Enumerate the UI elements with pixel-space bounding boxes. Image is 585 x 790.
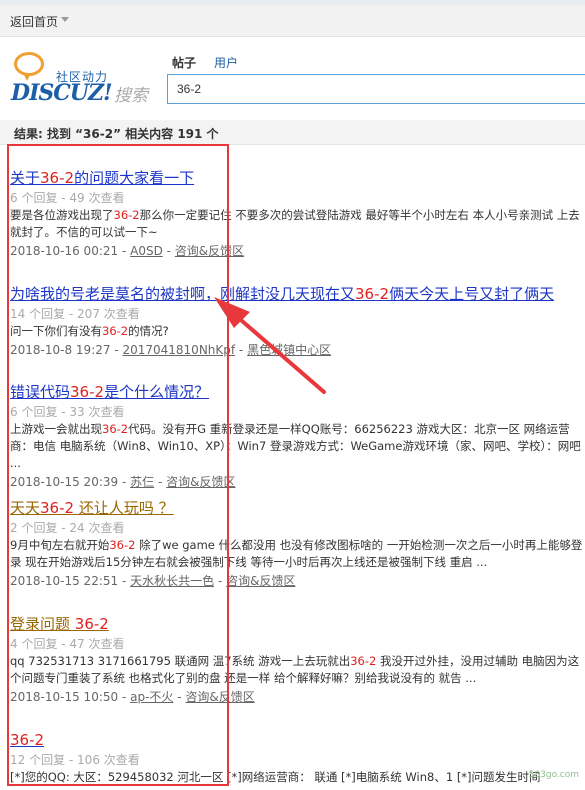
result-item: 天天36-2 还让人玩吗 ？ 2 个回复 - 24 次查看 9月中旬左右就开始3… bbox=[10, 498, 585, 590]
result-meta: 14 个回复 - 207 次查看 bbox=[10, 307, 140, 321]
title-text: 登录问题 bbox=[10, 615, 75, 633]
result-footer: 2018-10-16 00:21 - A0SD - 咨询&反馈区 bbox=[10, 244, 245, 258]
snippet-highlight: 36-2 bbox=[102, 324, 129, 338]
forum-link[interactable]: 黑色城镇中心区 bbox=[247, 343, 331, 357]
tab-posts[interactable]: 帖子 bbox=[172, 54, 196, 71]
result-snippet: 9月中旬左右就开始36-2 除了we game 什么都没用 也没有修改图标啥的 … bbox=[10, 537, 585, 571]
result-title-link[interactable]: 登录问题 36-2 bbox=[10, 614, 585, 634]
logo-brand: DISCUZ! bbox=[11, 80, 113, 106]
chat-bubble-icon bbox=[14, 52, 44, 81]
result-item: 关于36-2的问题大家看一下 6 个回复 - 49 次查看 要是各位游戏出现了3… bbox=[10, 168, 585, 260]
result-meta: 6 个回复 - 49 次查看 bbox=[10, 191, 125, 205]
result-title-link[interactable]: 36-2 bbox=[10, 730, 585, 750]
search-input[interactable] bbox=[168, 75, 585, 103]
post-date: 2018-10-15 20:39 bbox=[10, 475, 119, 489]
snippet-text: 的情况? bbox=[128, 324, 169, 338]
snippet-text: 上游戏一会就出现 bbox=[10, 422, 102, 436]
logo-search-word: 搜索 bbox=[114, 86, 148, 106]
result-snippet: [*]您的QQ: 大区：529458032 河北一区 [*]网络运营商： 联通 … bbox=[10, 769, 585, 786]
snippet-text: 要是各位游戏出现了 bbox=[10, 208, 114, 222]
site-logo[interactable]: 社区动力 DISCUZ! 搜索 bbox=[10, 50, 155, 106]
result-footer: 2018-10-15 10:50 - ap-不火 - 咨询&反馈区 bbox=[10, 690, 255, 704]
title-text: 的问题大家看一下 bbox=[74, 169, 195, 187]
post-date: 2018-10-15 22:51 bbox=[10, 574, 119, 588]
snippet-text: qq 732531713 3171661795 联通网 温7系统 游戏一上去玩就… bbox=[10, 654, 351, 668]
result-meta: 6 个回复 - 33 次查看 bbox=[10, 405, 125, 419]
result-meta: 4 个回复 - 47 次查看 bbox=[10, 637, 125, 651]
post-date: 2018-10-16 00:21 bbox=[10, 244, 119, 258]
snippet-highlight: 36-2 bbox=[350, 654, 377, 668]
result-footer: 2018-10-8 19:27 - 2017041810NhKpf - 黑色城镇… bbox=[10, 343, 332, 357]
result-footer: 2018-10-15 22:51 - 天水秋长共一色 - 咨询&反馈区 bbox=[10, 574, 296, 588]
result-summary: 结果: 找到 “36-2” 相关内容 191 个 bbox=[14, 127, 219, 141]
result-item: 错误代码36-2是个什么情况？ 6 个回复 - 33 次查看 上游戏一会就出现3… bbox=[10, 382, 585, 491]
tab-users[interactable]: 用户 bbox=[214, 54, 238, 71]
result-item: 36-2 12 个回复 - 106 次查看 [*]您的QQ: 大区：529458… bbox=[10, 730, 585, 790]
snippet-text: 问一下你们有没有 bbox=[10, 324, 102, 338]
result-item: 为啥我的号老是莫名的被封啊，刚解封没几天现在又36-2俩天今天上号又封了俩天 1… bbox=[10, 284, 585, 359]
title-text: 关于 bbox=[10, 169, 41, 187]
forum-link[interactable]: 咨询&反馈区 bbox=[166, 475, 235, 489]
snippet-text: [*]您的QQ: 大区：529458032 河北一区 [*]网络运营商： 联通 … bbox=[10, 770, 541, 784]
forum-link[interactable]: 咨询&反馈区 bbox=[175, 244, 244, 258]
result-title-link[interactable]: 为啥我的号老是莫名的被封啊，刚解封没几天现在又36-2俩天今天上号又封了俩天 bbox=[10, 284, 585, 304]
post-date: 2018-10-8 19:27 bbox=[10, 343, 111, 357]
title-highlight: 36-2 bbox=[355, 285, 390, 303]
result-summary-bar: 结果: 找到 “36-2” 相关内容 191 个 bbox=[0, 120, 585, 145]
watermark: 583go.com bbox=[528, 770, 579, 780]
top-nav-bar: 返回首页 bbox=[0, 0, 585, 37]
forum-link[interactable]: 咨询&反馈区 bbox=[226, 574, 295, 588]
title-highlight: 36-2 bbox=[40, 499, 75, 517]
title-highlight: 36-2 bbox=[10, 731, 45, 749]
result-item: 登录问题 36-2 4 个回复 - 47 次查看 qq 732531713 31… bbox=[10, 614, 585, 706]
forum-link[interactable]: 咨询&反馈区 bbox=[185, 690, 254, 704]
top-stripe bbox=[0, 0, 585, 5]
author-link[interactable]: ap-不火 bbox=[130, 690, 173, 704]
result-footer: 2018-10-15 20:39 - 苏仨 - 咨询&反馈区 bbox=[10, 475, 236, 489]
title-highlight: 36-2 bbox=[70, 383, 105, 401]
post-date: 2018-10-15 10:50 bbox=[10, 690, 119, 704]
result-snippet: 问一下你们有没有36-2的情况? bbox=[10, 323, 585, 340]
title-highlight: 36-2 bbox=[74, 615, 109, 633]
result-snippet: 上游戏一会就出现36-2代码。没有开G 重新登录还是一样QQ账号：6625622… bbox=[10, 421, 585, 472]
title-text: 天天 bbox=[10, 499, 41, 517]
author-link[interactable]: A0SD bbox=[130, 244, 163, 258]
title-text: 为啥我的号老是莫名的被封啊，刚解封没几天现在又 bbox=[10, 285, 356, 303]
result-meta: 12 个回复 - 106 次查看 bbox=[10, 753, 140, 767]
title-text: 俩天今天上号又封了俩天 bbox=[389, 285, 555, 303]
title-highlight: 36-2 bbox=[40, 169, 75, 187]
snippet-highlight: 36-2 bbox=[102, 422, 129, 436]
title-text: 还让人玩吗 ？ bbox=[74, 499, 174, 517]
result-snippet: qq 732531713 3171661795 联通网 温7系统 游戏一上去玩就… bbox=[10, 653, 585, 687]
result-title-link[interactable]: 天天36-2 还让人玩吗 ？ bbox=[10, 498, 585, 518]
author-link[interactable]: 2017041810NhKpf bbox=[122, 343, 235, 357]
home-link[interactable]: 返回首页 bbox=[10, 13, 58, 30]
result-title-link[interactable]: 关于36-2的问题大家看一下 bbox=[10, 168, 585, 188]
snippet-highlight: 36-2 bbox=[109, 538, 136, 552]
title-text: 是个什么情况？ bbox=[104, 383, 210, 401]
chevron-down-icon[interactable] bbox=[61, 17, 69, 22]
result-snippet: 要是各位游戏出现了36-2那么你一定要记住 不要多次的尝试登陆游戏 最好等半个小… bbox=[10, 207, 585, 241]
snippet-highlight: 36-2 bbox=[113, 208, 140, 222]
author-link[interactable]: 苏仨 bbox=[130, 475, 154, 489]
title-text: 错误代码 bbox=[10, 383, 71, 401]
snippet-text: 9月中旬左右就开始 bbox=[10, 538, 110, 552]
author-link[interactable]: 天水秋长共一色 bbox=[130, 574, 214, 588]
search-box bbox=[167, 74, 585, 104]
result-meta: 2 个回复 - 24 次查看 bbox=[10, 521, 125, 535]
result-title-link[interactable]: 错误代码36-2是个什么情况？ bbox=[10, 382, 585, 402]
